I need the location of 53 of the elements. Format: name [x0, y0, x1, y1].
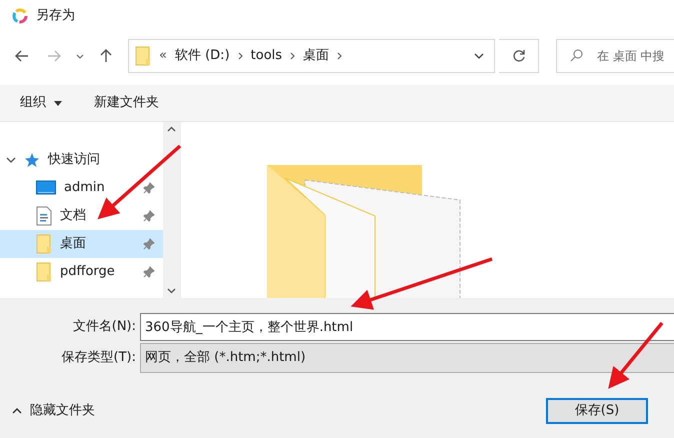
folder-icon	[135, 46, 151, 66]
window-title: 另存为	[36, 7, 75, 26]
pin-icon[interactable]	[143, 182, 155, 194]
pin-icon[interactable]	[143, 238, 155, 250]
chevron-icon[interactable]	[6, 157, 16, 163]
sidebar-item[interactable]: 桌面	[0, 230, 163, 258]
up-arrow-icon	[100, 49, 112, 63]
overflow-chevrons[interactable]: «	[159, 46, 167, 66]
refresh-button[interactable]	[499, 39, 539, 73]
item-label: pdfforge	[60, 263, 116, 282]
scrollbar[interactable]	[163, 122, 180, 298]
scroll-down-icon[interactable]	[167, 288, 176, 294]
chevron-right-icon[interactable]	[238, 52, 243, 60]
chevron-up-icon	[12, 408, 22, 414]
hide-folders-button[interactable]: 隐藏文件夹	[12, 401, 95, 421]
folder-icon	[36, 262, 52, 282]
breadcrumb[interactable]: tools	[250, 46, 282, 66]
search-field[interactable]: 在 桌面 中搜	[556, 39, 674, 73]
item-label: admin	[64, 179, 106, 198]
chevron-down-icon	[76, 54, 84, 58]
chevron-down-icon[interactable]	[474, 53, 484, 59]
star-icon	[24, 152, 40, 168]
monitor-icon	[36, 180, 56, 196]
pin-icon[interactable]	[143, 210, 155, 222]
back-arrow-icon	[15, 50, 29, 62]
sidebar-item[interactable]: admin	[0, 174, 163, 202]
annotation-arrow	[608, 322, 664, 389]
quick-access-label[interactable]: 快速访问	[48, 150, 100, 170]
file-type-dropdown[interactable]: 网页，全部 (*.htm;*.html)	[140, 343, 674, 373]
filename-label: 文件名(N):	[72, 318, 137, 336]
search-icon	[570, 49, 583, 62]
forward-arrow-icon	[47, 50, 61, 62]
document-icon	[36, 206, 52, 226]
item-label: 文档	[60, 207, 87, 226]
save-button[interactable]: 保存(S)	[546, 398, 648, 424]
file-type-label: 保存类型(T):	[60, 349, 137, 368]
sidebar-item[interactable]: 文档	[0, 202, 163, 230]
organize-button[interactable]: 组织	[20, 93, 62, 113]
caret-icon	[54, 100, 62, 106]
sidebar-item[interactable]: pdfforge	[0, 258, 163, 286]
pin-icon[interactable]	[143, 266, 155, 278]
item-label: 桌面	[60, 235, 87, 254]
scroll-up-icon[interactable]	[167, 126, 176, 132]
chevron-right-icon[interactable]	[290, 52, 296, 60]
address-bar[interactable]: « 软件 (D:) tools 桌面	[128, 39, 495, 73]
new-folder-button[interactable]: 新建文件夹	[94, 93, 159, 113]
app-logo-icon	[12, 8, 28, 24]
folder-icon	[36, 234, 52, 254]
breadcrumb[interactable]: 软件 (D:)	[174, 46, 230, 66]
chevron-right-icon[interactable]	[337, 52, 342, 60]
filename-field[interactable]: 360导航_一个主页，整个世界.html	[140, 313, 674, 341]
refresh-icon	[512, 49, 526, 63]
breadcrumb[interactable]: 桌面	[303, 46, 330, 66]
